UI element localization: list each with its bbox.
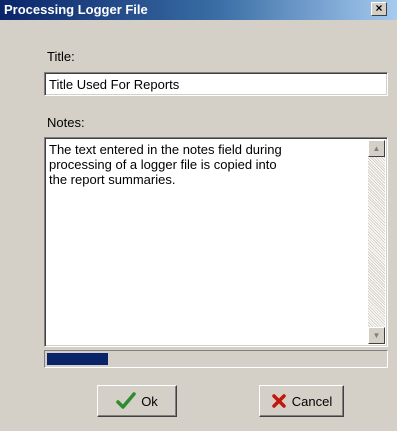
x-icon: [271, 393, 287, 409]
notes-textarea[interactable]: The text entered in the notes field duri…: [44, 137, 388, 347]
notes-scrollbar[interactable]: ▲ ▼: [368, 140, 385, 344]
title-input[interactable]: Title Used For Reports: [44, 72, 388, 96]
close-button[interactable]: ×: [371, 2, 387, 16]
scroll-down-icon: ▼: [372, 331, 381, 340]
scroll-up-button[interactable]: ▲: [368, 140, 385, 157]
scroll-down-button[interactable]: ▼: [368, 327, 385, 344]
progress-bar: [44, 350, 388, 368]
processing-dialog: Processing Logger File × Title: Title Us…: [0, 0, 397, 431]
ok-button[interactable]: Ok: [97, 385, 177, 417]
progress-fill: [47, 353, 108, 365]
notes-text: The text entered in the notes field duri…: [49, 142, 282, 187]
checkmark-icon: [116, 392, 136, 410]
cancel-label: Cancel: [291, 393, 333, 409]
title-bar[interactable]: Processing Logger File ×: [0, 0, 397, 20]
title-label: Title:: [47, 49, 75, 64]
window-title: Processing Logger File: [4, 2, 148, 17]
close-icon: ×: [375, 1, 383, 15]
notes-label: Notes:: [47, 115, 85, 130]
cancel-button[interactable]: Cancel: [259, 385, 344, 417]
scroll-up-icon: ▲: [372, 144, 381, 153]
ok-label: Ok: [141, 393, 158, 409]
